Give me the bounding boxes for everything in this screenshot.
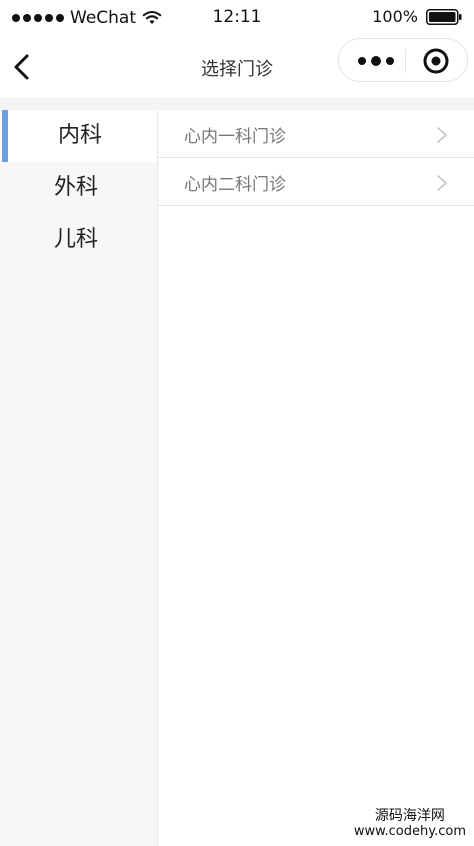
sidebar-item-internal-medicine[interactable]: 内科 <box>0 110 157 162</box>
chevron-right-icon <box>437 127 447 143</box>
sidebar-item-pediatrics[interactable]: 儿科 <box>0 214 157 266</box>
capsule-divider <box>405 49 406 73</box>
target-circle-icon[interactable] <box>422 47 450 75</box>
department-sidebar: 内科 外科 儿科 <box>0 110 158 846</box>
mini-program-capsule <box>338 38 468 82</box>
sidebar-item-label: 外科 <box>54 175 99 200</box>
sidebar-item-label: 儿科 <box>54 227 99 252</box>
clinic-list: 心内一科门诊 心内二科门诊 <box>158 110 474 846</box>
battery-icon <box>426 8 462 25</box>
status-bar: WeChat 12:11 100% <box>0 0 474 36</box>
more-dots-icon[interactable] <box>355 51 397 71</box>
sidebar-item-surgery[interactable]: 外科 <box>0 162 157 214</box>
status-right: 100% <box>372 7 462 26</box>
nav-bar: 选择门诊 <box>0 36 474 98</box>
clinic-label: 心内二科门诊 <box>184 175 286 195</box>
list-item[interactable]: 心内二科门诊 <box>158 158 474 206</box>
watermark-line2: www.codehy.com <box>353 824 466 839</box>
header-separator <box>0 98 474 110</box>
sidebar-item-label: 内科 <box>58 123 103 148</box>
chevron-right-icon <box>437 175 447 191</box>
clinic-label: 心内一科门诊 <box>184 127 286 147</box>
watermark-line1: 源码海洋网 <box>374 808 445 824</box>
list-item[interactable]: 心内一科门诊 <box>158 110 474 158</box>
watermark: 源码海洋网 www.codehy.com <box>354 808 466 840</box>
battery-percent: 100% <box>372 7 418 26</box>
